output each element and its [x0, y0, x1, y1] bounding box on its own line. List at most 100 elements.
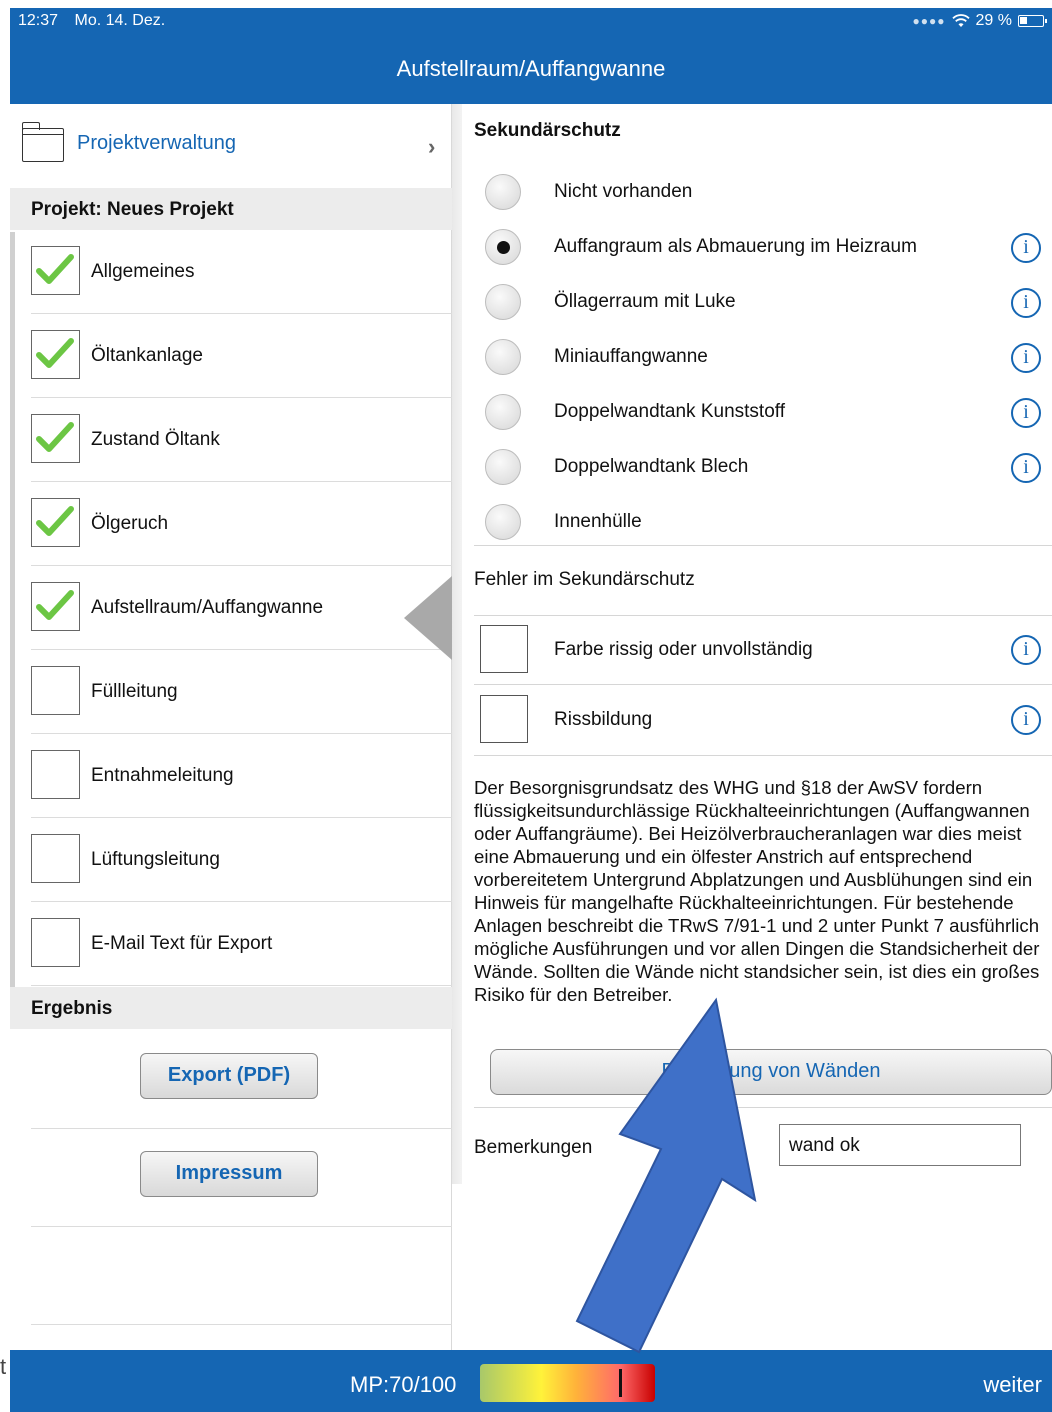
sidebar-item-label: Entnahmeleitung: [91, 765, 234, 786]
checkbox[interactable]: [31, 330, 80, 379]
section-title: Sekundärschutz: [474, 120, 621, 141]
sidebar-item-label: Öltankanlage: [91, 345, 203, 366]
divider: [474, 545, 1052, 546]
sidebar-item[interactable]: Lüftungsleitung: [10, 818, 452, 902]
checkbox[interactable]: [31, 750, 80, 799]
mp-score-label: MP:70/100: [350, 1372, 457, 1397]
info-icon[interactable]: i: [1011, 635, 1041, 665]
status-bar-left: 12:37 Mo. 14. Dez.: [18, 12, 165, 30]
info-icon[interactable]: i: [1011, 398, 1041, 428]
remarks-label: Bemerkungen: [474, 1137, 593, 1158]
checkbox[interactable]: [31, 666, 80, 715]
divider: [31, 1324, 452, 1325]
checkmark-icon: [36, 422, 74, 452]
pane-separator: [452, 104, 462, 1184]
sidebar-item[interactable]: E-Mail Text für Export: [10, 902, 452, 986]
radio-option[interactable]: Öllagerraum mit Luke i: [462, 276, 1052, 331]
next-button[interactable]: weiter: [983, 1372, 1042, 1398]
radio-option-label: Innenhülle: [554, 511, 642, 532]
radio-option[interactable]: Auffangraum als Abmauerung im Heizraum i: [462, 221, 1052, 276]
checkbox[interactable]: [31, 834, 80, 883]
radio-option[interactable]: Doppelwandtank Kunststoff i: [462, 386, 1052, 441]
active-item-pointer: [404, 576, 452, 660]
divider: [31, 1128, 452, 1129]
radio-button[interactable]: [485, 339, 521, 375]
error-item-label: Farbe rissig oder unvollständig: [554, 639, 813, 660]
sidebar-item[interactable]: Ölgeruch: [10, 482, 452, 566]
project-management-label: Projektverwaltung: [77, 132, 236, 154]
sidebar-item-label: Füllleitung: [91, 681, 178, 702]
info-icon[interactable]: i: [1011, 453, 1041, 483]
radio-button[interactable]: [485, 394, 521, 430]
sidebar-item-label: Allgemeines: [91, 261, 195, 282]
checkbox[interactable]: [31, 582, 80, 631]
export-pdf-button[interactable]: Export (PDF): [140, 1053, 318, 1099]
error-item[interactable]: Rissbildung i: [462, 685, 1052, 755]
divider: [31, 1226, 452, 1227]
info-icon[interactable]: i: [1011, 705, 1041, 735]
edge-text: t: [0, 1354, 7, 1379]
checkbox[interactable]: [480, 695, 528, 743]
error-item-label: Rissbildung: [554, 709, 653, 730]
status-time: 12:37: [18, 12, 59, 29]
radio-option-label: Miniauffangwanne: [554, 346, 708, 367]
description-text: Der Besorgnisgrundsatz des WHG und §18 d…: [474, 777, 1040, 1005]
project-management-row[interactable]: Projektverwaltung ›: [10, 104, 452, 188]
radio-option[interactable]: Nicht vorhanden: [462, 166, 1052, 221]
status-bar-right: ●●●● 29 %: [912, 12, 1047, 30]
radio-button[interactable]: [485, 174, 521, 210]
info-icon[interactable]: i: [1011, 233, 1041, 263]
folder-icon: [21, 122, 64, 162]
sidebar-item[interactable]: Aufstellraum/Auffangwanne: [10, 566, 452, 650]
checkbox[interactable]: [31, 498, 80, 547]
checkbox[interactable]: [31, 918, 80, 967]
divider: [474, 755, 1052, 756]
sidebar-item[interactable]: Allgemeines: [10, 230, 452, 314]
checkmark-icon: [36, 590, 74, 620]
sidebar-item[interactable]: Zustand Öltank: [10, 398, 452, 482]
assess-walls-button[interactable]: Beurteilung von Wänden: [490, 1049, 1052, 1095]
info-icon[interactable]: i: [1011, 343, 1041, 373]
mp-score-marker: [619, 1369, 622, 1397]
signal-icon: ●●●●: [912, 14, 946, 28]
error-item[interactable]: Farbe rissig oder unvollständig i: [462, 615, 1052, 685]
radio-option-label: Öllagerraum mit Luke: [554, 291, 736, 312]
radio-option[interactable]: Doppelwandtank Blech i: [462, 441, 1052, 496]
checkbox[interactable]: [31, 414, 80, 463]
checkbox[interactable]: [31, 246, 80, 295]
radio-option[interactable]: Innenhülle: [462, 496, 1052, 551]
radio-button[interactable]: [485, 504, 521, 540]
sidebar-item-label: E-Mail Text für Export: [91, 933, 273, 954]
radio-option-label: Auffangraum als Abmauerung im Heizraum: [554, 236, 917, 257]
info-icon[interactable]: i: [1011, 288, 1041, 318]
sidebar-item-label: Ölgeruch: [91, 513, 169, 534]
battery-icon: [1018, 15, 1047, 27]
sidebar-item-label: Zustand Öltank: [91, 429, 220, 450]
radio-button[interactable]: [485, 229, 521, 265]
imprint-button[interactable]: Impressum: [140, 1151, 318, 1197]
radio-option[interactable]: Miniauffangwanne i: [462, 331, 1052, 386]
result-header: Ergebnis: [10, 987, 452, 1029]
battery-percent: 29 %: [975, 12, 1012, 29]
status-date: Mo. 14. Dez.: [74, 12, 166, 29]
sidebar-item[interactable]: Öltankanlage: [10, 314, 452, 398]
top-bar: 12:37 Mo. 14. Dez. ●●●● 29 % Aufstellrau…: [10, 8, 1052, 104]
checkmark-icon: [36, 254, 74, 284]
checkmark-icon: [36, 506, 74, 536]
page-title: Aufstellraum/Auffangwanne: [396, 56, 666, 81]
divider: [474, 1107, 1052, 1108]
checkbox[interactable]: [480, 625, 528, 673]
remarks-input[interactable]: wand ok: [779, 1124, 1021, 1166]
wifi-icon: [951, 14, 970, 27]
chevron-right-icon: ›: [428, 134, 436, 159]
radio-button[interactable]: [485, 449, 521, 485]
sidebar-item[interactable]: Entnahmeleitung: [10, 734, 452, 818]
checkmark-icon: [36, 338, 74, 368]
radio-button[interactable]: [485, 284, 521, 320]
radio-selected-dot: [497, 241, 510, 254]
sidebar-item-label: Lüftungsleitung: [91, 849, 220, 870]
sidebar-item-label: Aufstellraum/Auffangwanne: [91, 597, 324, 618]
app-screen: 12:37 Mo. 14. Dez. ●●●● 29 % Aufstellrau…: [10, 8, 1052, 1412]
project-header: Projekt: Neues Projekt: [10, 188, 452, 230]
sidebar-item[interactable]: Füllleitung: [10, 650, 452, 734]
